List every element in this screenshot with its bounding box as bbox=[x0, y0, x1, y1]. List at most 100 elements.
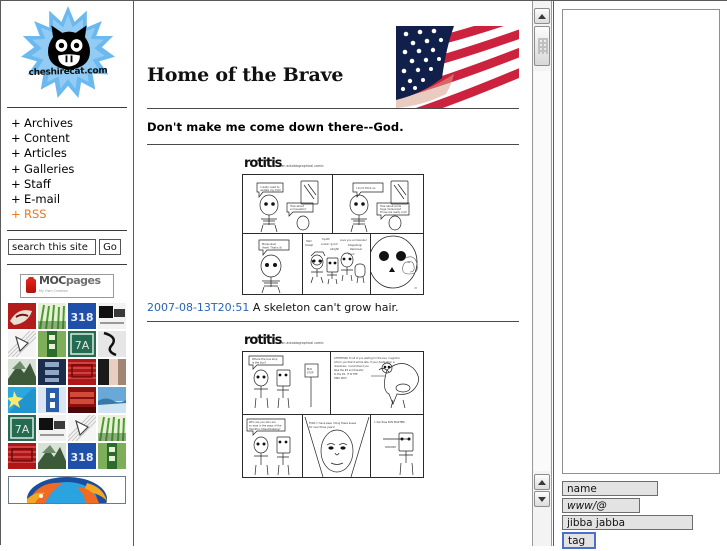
thumb-image bbox=[8, 303, 36, 330]
svg-text:ATTENTION: To all of you waiti: ATTENTION: To all of you waiting for the… bbox=[334, 357, 400, 360]
svg-text:I club thee BUS MASTER!: I club thee BUS MASTER! bbox=[374, 420, 405, 424]
thumbnail-item[interactable] bbox=[8, 359, 36, 386]
thumbnail-item[interactable] bbox=[98, 331, 126, 358]
comic-panel-art: I don't think so. How about some huge mo… bbox=[349, 180, 410, 233]
preview-area[interactable] bbox=[562, 9, 720, 474]
scroll-up-arrow-icon bbox=[538, 479, 546, 485]
scrollbar-track[interactable] bbox=[534, 71, 550, 471]
sidebar-item-rss[interactable]: + RSS bbox=[11, 207, 133, 222]
plus-icon: + bbox=[11, 176, 21, 191]
thumbnail-item[interactable] bbox=[68, 415, 96, 442]
mocpages-subtitle: My Own Creation bbox=[39, 289, 69, 294]
thumbnail-item[interactable] bbox=[8, 387, 36, 414]
flag-graphic bbox=[396, 26, 519, 108]
comment-form bbox=[562, 481, 722, 551]
thumb-image bbox=[38, 331, 66, 358]
comic-panel-art: rtt bbox=[370, 235, 418, 290]
thumbnail-item[interactable] bbox=[38, 359, 66, 386]
name-input[interactable] bbox=[562, 481, 658, 496]
thumbnail-item[interactable] bbox=[98, 443, 126, 470]
thumbnail-item[interactable] bbox=[98, 415, 126, 442]
plus-icon: + bbox=[11, 192, 21, 207]
sidebar-item-label: Staff bbox=[24, 176, 51, 191]
main-scrollbar[interactable] bbox=[532, 1, 552, 546]
scroll-down-arrow-icon bbox=[538, 496, 546, 502]
thumb-image bbox=[38, 443, 66, 470]
scrollbar-thumb[interactable] bbox=[534, 26, 550, 66]
thumbnail-item[interactable]: 318 bbox=[68, 443, 96, 470]
svg-text:Cool!: Cool! bbox=[348, 252, 355, 256]
message-input[interactable] bbox=[562, 515, 693, 530]
thumbnail-grid: 318 7A 7A 318 bbox=[8, 303, 126, 470]
sidebar-nav: + Archives + Content + Articles + Galleries … bbox=[1, 116, 133, 222]
thumb-image bbox=[8, 359, 36, 386]
thumb-image bbox=[68, 359, 96, 386]
post-comic-2: rotitisan autobiographical comic Where t… bbox=[147, 322, 519, 478]
thumbnail-item[interactable]: 7A bbox=[68, 331, 96, 358]
plus-icon: + bbox=[11, 207, 21, 222]
thumbnail-item[interactable] bbox=[8, 303, 36, 330]
thumb-image bbox=[68, 415, 96, 442]
sidebar-item-content[interactable]: + Content bbox=[11, 131, 133, 146]
comic-panel: Where the bus stop is the bus? BUS STOP bbox=[243, 352, 332, 414]
post-text: A skeleton can't grow hair. bbox=[252, 301, 399, 314]
thumbnail-item[interactable] bbox=[68, 387, 96, 414]
firefox-badge[interactable] bbox=[8, 476, 126, 505]
post-date-link[interactable]: 2007-08-13T20:51 bbox=[147, 301, 249, 314]
svg-text:I don't think so.: I don't think so. bbox=[356, 186, 376, 190]
thumb-image: 7A bbox=[8, 415, 36, 442]
scroll-up-button[interactable] bbox=[534, 8, 550, 24]
comic-panel: ATTENTION: To all of you waiting for the… bbox=[331, 352, 423, 414]
website-input[interactable] bbox=[562, 498, 640, 513]
thumbnail-item[interactable]: 7A bbox=[8, 415, 36, 442]
site-logo[interactable]: cheshirecat.com bbox=[1, 1, 134, 107]
sidebar-item-articles[interactable]: + Articles bbox=[11, 146, 133, 161]
scroll-down-button[interactable] bbox=[534, 491, 550, 507]
comic-row: Molecules! Yeah! That's it! Hah! Grasp! … bbox=[243, 234, 423, 294]
search-input[interactable] bbox=[8, 239, 96, 256]
thumbnail-item[interactable] bbox=[38, 415, 66, 442]
comic-strip[interactable]: rotitisan autobiographical comic bbox=[242, 157, 424, 295]
comic-panel-art: Who are you who are so wise in the ways … bbox=[246, 418, 291, 476]
thumbnail-item[interactable] bbox=[68, 359, 96, 386]
thumbnail-item[interactable] bbox=[98, 387, 126, 414]
thumbnail-item[interactable] bbox=[98, 359, 126, 386]
thumbnail-item[interactable] bbox=[8, 443, 36, 470]
sidebar-item-label: Galleries bbox=[24, 161, 75, 176]
mocpages-banner[interactable]: MOCpages My Own Creation bbox=[20, 274, 114, 299]
comic-panel-art: Hah! Grasp! Synth! Lookin' good! Alright… bbox=[305, 237, 367, 285]
svg-text:Who are you who are: Who are you who are bbox=[249, 420, 276, 424]
comic-row: I really need to update my troll! How ab… bbox=[243, 175, 423, 234]
sidebar-item-staff[interactable]: + Staff bbox=[11, 177, 133, 192]
svg-text:318: 318 bbox=[71, 451, 94, 464]
scroll-up-button-bottom[interactable] bbox=[534, 474, 550, 490]
mocpages-wordmark: MOCpages My Own Creation bbox=[39, 275, 101, 296]
comic-title-text: rotitis bbox=[244, 333, 282, 348]
sidebar-item-galleries[interactable]: + Galleries bbox=[11, 162, 133, 177]
comic-strip[interactable]: rotitisan autobiographical comic bbox=[242, 333, 424, 478]
search-go-button[interactable]: Go bbox=[99, 239, 121, 256]
comic-panel: Hah! Grasp! Synth! Lookin' good! Alright… bbox=[303, 234, 371, 294]
sidebar: cheshirecat.com + Archives + Content + Arti… bbox=[1, 1, 134, 546]
sidebar-item-archives[interactable]: + Archives bbox=[11, 116, 133, 131]
thumbnail-item[interactable] bbox=[38, 443, 66, 470]
thumbnail-item[interactable] bbox=[98, 303, 126, 330]
comic-panel-art: I really need to update my troll! How ab… bbox=[256, 180, 319, 233]
svg-text:Delicious!: Delicious! bbox=[350, 247, 362, 251]
comic-panel-art: ATTENTION: To all of you waiting for the… bbox=[334, 357, 419, 409]
thumbnail-item[interactable] bbox=[38, 331, 66, 358]
svg-text:ONLY WAY!: ONLY WAY! bbox=[334, 377, 347, 380]
sidebar-divider-top bbox=[7, 107, 127, 108]
comic-panel: Who are you who are so wise in the ways … bbox=[243, 415, 303, 477]
comic-row: Where the bus stop is the bus? BUS STOP bbox=[243, 352, 423, 415]
thumbnail-item[interactable] bbox=[8, 331, 36, 358]
comic-panel-art: I club thee BUS MASTER! SMOOSH bbox=[374, 420, 414, 476]
thumbnail-item[interactable] bbox=[38, 387, 66, 414]
thumbnail-item[interactable]: 318 bbox=[68, 303, 96, 330]
thumbnail-item[interactable] bbox=[38, 303, 66, 330]
tag-input[interactable] bbox=[562, 532, 596, 549]
sidebar-item-label: Archives bbox=[24, 116, 74, 130]
sidebar-item-email[interactable]: + E-mail bbox=[11, 192, 133, 207]
sidebar-divider-mid bbox=[7, 230, 127, 232]
comic-subtitle-text: an autobiographical comic bbox=[281, 341, 324, 345]
